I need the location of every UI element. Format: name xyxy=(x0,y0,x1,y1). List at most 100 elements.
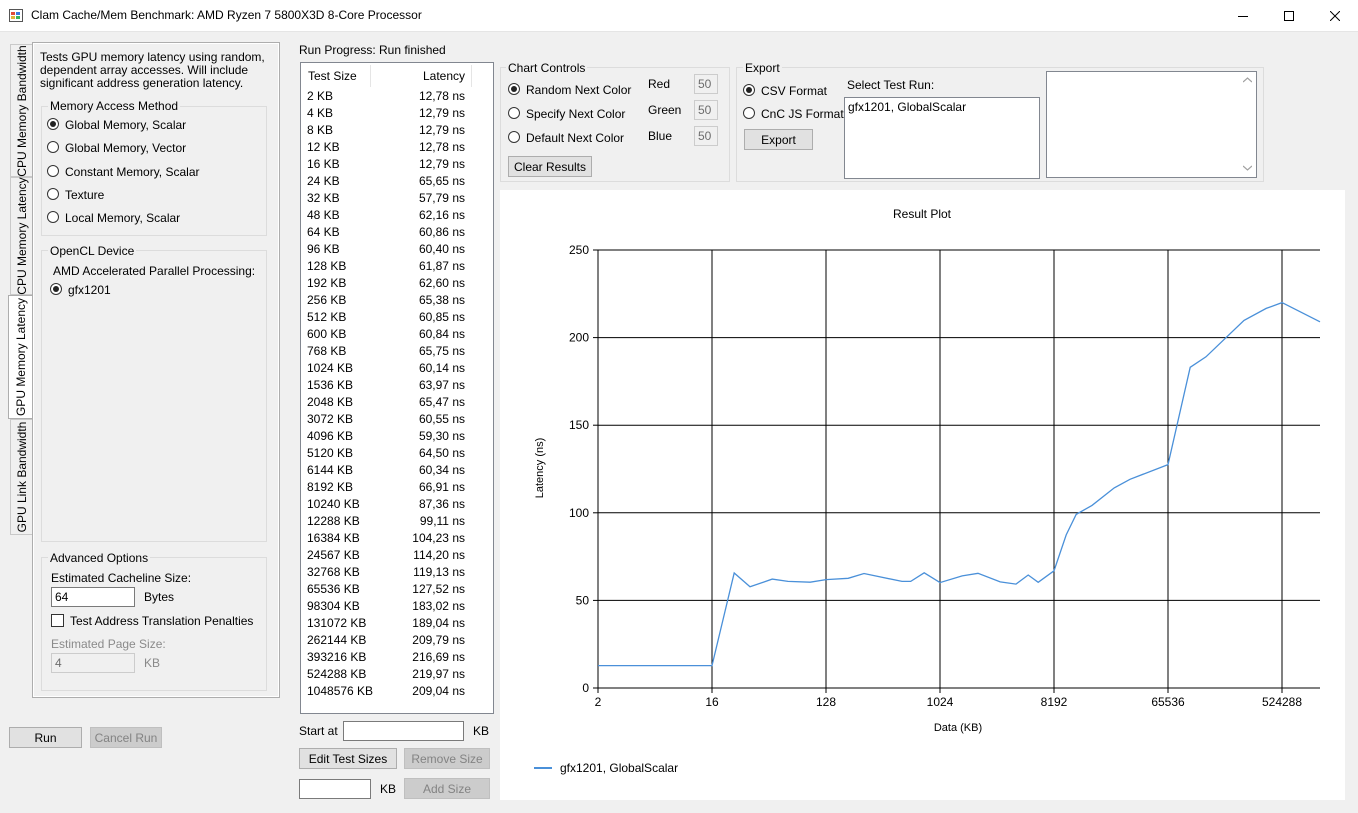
result-size-cell: 64 KB xyxy=(307,225,340,239)
red-input[interactable]: 50 xyxy=(694,74,718,94)
radio-cnc-js-format[interactable] xyxy=(743,107,755,119)
result-size-cell: 24567 KB xyxy=(307,548,360,562)
minimize-button[interactable] xyxy=(1220,0,1266,31)
result-latency-cell: 99,11 ns xyxy=(419,514,465,528)
radio-label: Random Next Color xyxy=(526,83,632,97)
start-at-unit: KB xyxy=(473,724,490,738)
result-latency-cell: 57,79 ns xyxy=(418,191,465,205)
add-size-input[interactable] xyxy=(299,779,371,799)
result-latency-cell: 209,79 ns xyxy=(412,633,465,647)
x-tick-label: 8192 xyxy=(1041,695,1068,709)
radio-global-vector[interactable] xyxy=(47,141,59,153)
radio-specify-color[interactable] xyxy=(508,107,520,119)
results-list[interactable]: Test Size Latency 2 KB 12,78 ns 4 KB 12,79 … xyxy=(300,62,494,714)
close-button[interactable] xyxy=(1312,0,1358,31)
result-size-cell: 48 KB xyxy=(307,208,340,222)
maximize-icon xyxy=(1284,10,1294,21)
x-tick-label: 524288 xyxy=(1262,695,1302,709)
radio-gfx1201[interactable] xyxy=(50,283,62,295)
radio-label: Specify Next Color xyxy=(526,107,626,121)
radio-label: Default Next Color xyxy=(526,131,625,145)
blue-label: Blue xyxy=(648,129,673,143)
result-size-cell: 1048576 KB xyxy=(307,684,374,698)
clear-results-button[interactable]: Clear Results xyxy=(508,156,592,177)
chart-controls-title: Chart Controls xyxy=(506,61,588,75)
result-latency-cell: 63,97 ns xyxy=(418,378,465,392)
result-plot: Result Plot Data (KB) Latency (ns) 2 16 12… xyxy=(534,207,1321,775)
result-size-cell: 2048 KB xyxy=(307,395,354,409)
test-run-list[interactable]: gfx1201, GlobalScalar xyxy=(844,97,1040,179)
result-latency-cell: 127,52 ns xyxy=(412,582,465,596)
test-run-item[interactable]: gfx1201, GlobalScalar xyxy=(848,100,1036,114)
result-latency-cell: 62,16 ns xyxy=(418,208,465,222)
scroll-down-icon[interactable] xyxy=(1243,165,1252,171)
result-latency-cell: 12,79 ns xyxy=(418,106,465,120)
green-label: Green xyxy=(648,103,682,117)
red-label: Red xyxy=(648,77,671,91)
export-button[interactable]: Export xyxy=(744,129,813,150)
cancel-run-button[interactable]: Cancel Run xyxy=(90,727,162,748)
tab-gpu-memory-latency[interactable]: GPU Memory Latency xyxy=(8,295,33,419)
chart-grid xyxy=(597,249,1320,689)
result-latency-cell: 219,97 ns xyxy=(412,667,465,681)
result-size-cell: 1536 KB xyxy=(307,378,354,392)
radio-global-scalar[interactable] xyxy=(47,118,59,130)
result-latency-cell: 60,86 ns xyxy=(418,225,465,239)
advanced-options-title: Advanced Options xyxy=(48,551,151,565)
radio-constant-scalar[interactable] xyxy=(47,165,59,177)
start-at-label: Start at xyxy=(299,724,338,738)
radio-texture[interactable] xyxy=(47,188,59,200)
result-latency-cell: 65,38 ns xyxy=(418,293,465,307)
x-axis-label: Data (KB) xyxy=(934,722,982,734)
minimize-icon xyxy=(1238,15,1248,17)
result-latency-cell: 62,60 ns xyxy=(418,276,465,290)
column-header-latency[interactable]: Latency xyxy=(423,69,465,83)
tab-cpu-memory-latency[interactable]: CPU Memory Latency xyxy=(10,177,32,295)
header-divider xyxy=(471,65,472,87)
result-size-cell: 10240 KB xyxy=(307,497,360,511)
result-latency-cell: 59,30 ns xyxy=(418,429,465,443)
chart-area: Result Plot Data (KB) Latency (ns) 2 16 12… xyxy=(500,190,1345,800)
result-latency-cell: 60,85 ns xyxy=(418,310,465,324)
result-latency-cell: 12,78 ns xyxy=(418,89,465,103)
start-at-input[interactable] xyxy=(343,721,464,741)
header-divider xyxy=(370,65,371,87)
tab-gpu-link-bandwidth[interactable]: GPU Link Bandwidth xyxy=(10,419,32,535)
radio-default-color[interactable] xyxy=(508,131,520,143)
cacheline-input[interactable]: 64 xyxy=(51,587,135,607)
result-latency-cell: 60,14 ns xyxy=(418,361,465,375)
scrollbar[interactable] xyxy=(1239,72,1256,177)
add-size-button[interactable]: Add Size xyxy=(404,778,490,799)
remove-size-button[interactable]: Remove Size xyxy=(404,748,490,769)
select-test-run-label: Select Test Run: xyxy=(847,78,935,92)
tlb-checkbox[interactable] xyxy=(51,614,64,627)
green-input[interactable]: 50 xyxy=(694,100,718,120)
page-size-input[interactable]: 4 xyxy=(51,653,135,673)
result-size-cell: 24 KB xyxy=(307,174,340,188)
blue-input[interactable]: 50 xyxy=(694,126,718,146)
legend-label: gfx1201, GlobalScalar xyxy=(560,761,678,775)
result-latency-cell: 216,69 ns xyxy=(412,650,465,664)
radio-label: Global Memory, Scalar xyxy=(65,118,187,132)
cacheline-unit: Bytes xyxy=(144,590,175,604)
result-size-cell: 600 KB xyxy=(307,327,347,341)
result-size-cell: 6144 KB xyxy=(307,463,354,477)
radio-random-color[interactable] xyxy=(508,83,520,95)
run-button[interactable]: Run xyxy=(9,727,82,748)
tab-cpu-memory-bandwidth[interactable]: CPU Memory Bandwidth xyxy=(10,44,32,177)
radio-csv-format[interactable] xyxy=(743,84,755,96)
result-latency-cell: 119,13 ns xyxy=(413,565,465,579)
result-size-cell: 16 KB xyxy=(307,157,340,171)
export-output-box[interactable] xyxy=(1046,71,1257,178)
edit-test-sizes-button[interactable]: Edit Test Sizes xyxy=(299,748,397,769)
result-size-cell: 32 KB xyxy=(307,191,340,205)
scroll-up-icon[interactable] xyxy=(1243,77,1252,83)
column-header-test-size[interactable]: Test Size xyxy=(308,69,357,83)
radio-local-scalar[interactable] xyxy=(47,211,59,223)
result-latency-cell: 60,55 ns xyxy=(418,412,465,426)
result-size-cell: 8 KB xyxy=(307,123,334,137)
chart-title: Result Plot xyxy=(893,207,952,221)
maximize-button[interactable] xyxy=(1266,0,1312,31)
y-axis-label: Latency (ns) xyxy=(534,438,546,499)
result-size-cell: 192 KB xyxy=(307,276,347,290)
